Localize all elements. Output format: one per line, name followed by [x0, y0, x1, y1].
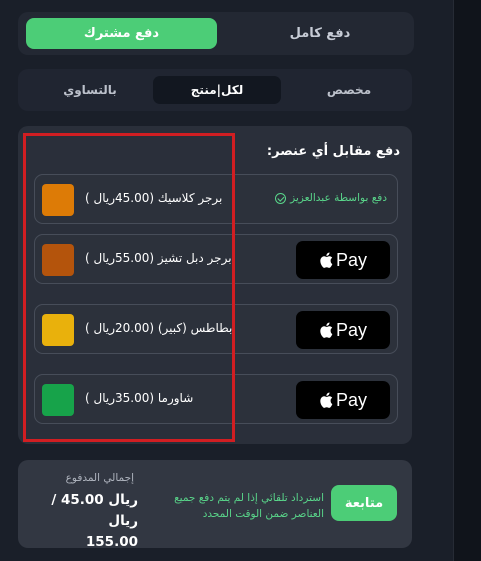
item-row: شاورما (35.00ريال ) Pay: [34, 374, 398, 424]
check-circle-icon: [275, 192, 287, 204]
split-method-toggle: بالتساوي لكل|منتج مخصص: [18, 69, 412, 111]
total-paid-amount: ريال 45.00 / ريال: [51, 492, 138, 529]
tab-split-equally[interactable]: بالتساوي: [30, 76, 150, 104]
item-row: برجر كلاسيك (45.00ريال ) دفع بواسطة عبدا…: [34, 174, 398, 224]
tab-shared-payment[interactable]: دفع مشترك: [26, 18, 217, 49]
item-color-swatch: [42, 384, 74, 416]
apple-pay-button[interactable]: Pay: [296, 311, 390, 349]
item-color-swatch: [42, 184, 74, 216]
items-card-title: دفع مقابل أي عنصر:: [266, 144, 400, 159]
paid-status: دفع بواسطة عبدالعزيز: [275, 192, 387, 204]
payment-footer: إجمالي المدفوع ريال 45.00 / ريال 155.00 …: [18, 460, 412, 550]
item-row: بطاطس (كبير) (20.00ريال ) Pay: [34, 304, 398, 354]
pay-label: Pay: [335, 319, 368, 340]
items-card: دفع مقابل أي عنصر: برجر كلاسيك (45.00ريا…: [18, 126, 412, 444]
paid-status-text: دفع بواسطة عبدالعزيز: [290, 192, 387, 204]
item-label: بطاطس (كبير) (20.00ريال ): [85, 321, 233, 335]
item-label: برجر دبل تشيز (55.00ريال ): [85, 251, 232, 265]
item-row: برجر دبل تشيز (55.00ريال ) Pay: [34, 234, 398, 284]
tab-full-payment[interactable]: دفع كامل: [235, 18, 405, 49]
pay-label: Pay: [335, 389, 368, 410]
refund-note: استرداد تلقائي إذا لم يتم دفع جميع العنا…: [174, 492, 324, 520]
payment-panel: دفع مشترك دفع كامل بالتساوي لكل|منتج مخص…: [0, 0, 453, 561]
tab-per-item[interactable]: لكل|منتج: [153, 76, 281, 104]
apple-pay-button[interactable]: Pay: [296, 381, 390, 419]
tab-custom[interactable]: مخصص: [290, 76, 408, 104]
total-paid-label: إجمالي المدفوع: [65, 472, 134, 484]
total-paid-value: ريال 45.00 / ريال 155.00: [38, 490, 138, 553]
apple-icon: [320, 252, 333, 268]
apple-icon: [320, 322, 333, 338]
apple-icon: [320, 392, 333, 408]
apple-pay-button[interactable]: Pay: [296, 241, 390, 279]
item-label: برجر كلاسيك (45.00ريال ): [85, 191, 223, 205]
item-label: شاورما (35.00ريال ): [85, 391, 194, 405]
item-color-swatch: [42, 244, 74, 276]
payment-mode-toggle: دفع مشترك دفع كامل: [18, 12, 414, 55]
total-grand-amount: 155.00: [85, 534, 138, 550]
side-strip: [453, 0, 481, 561]
pay-label: Pay: [335, 249, 368, 270]
item-color-swatch: [42, 314, 74, 346]
continue-button[interactable]: متابعة: [331, 485, 397, 521]
